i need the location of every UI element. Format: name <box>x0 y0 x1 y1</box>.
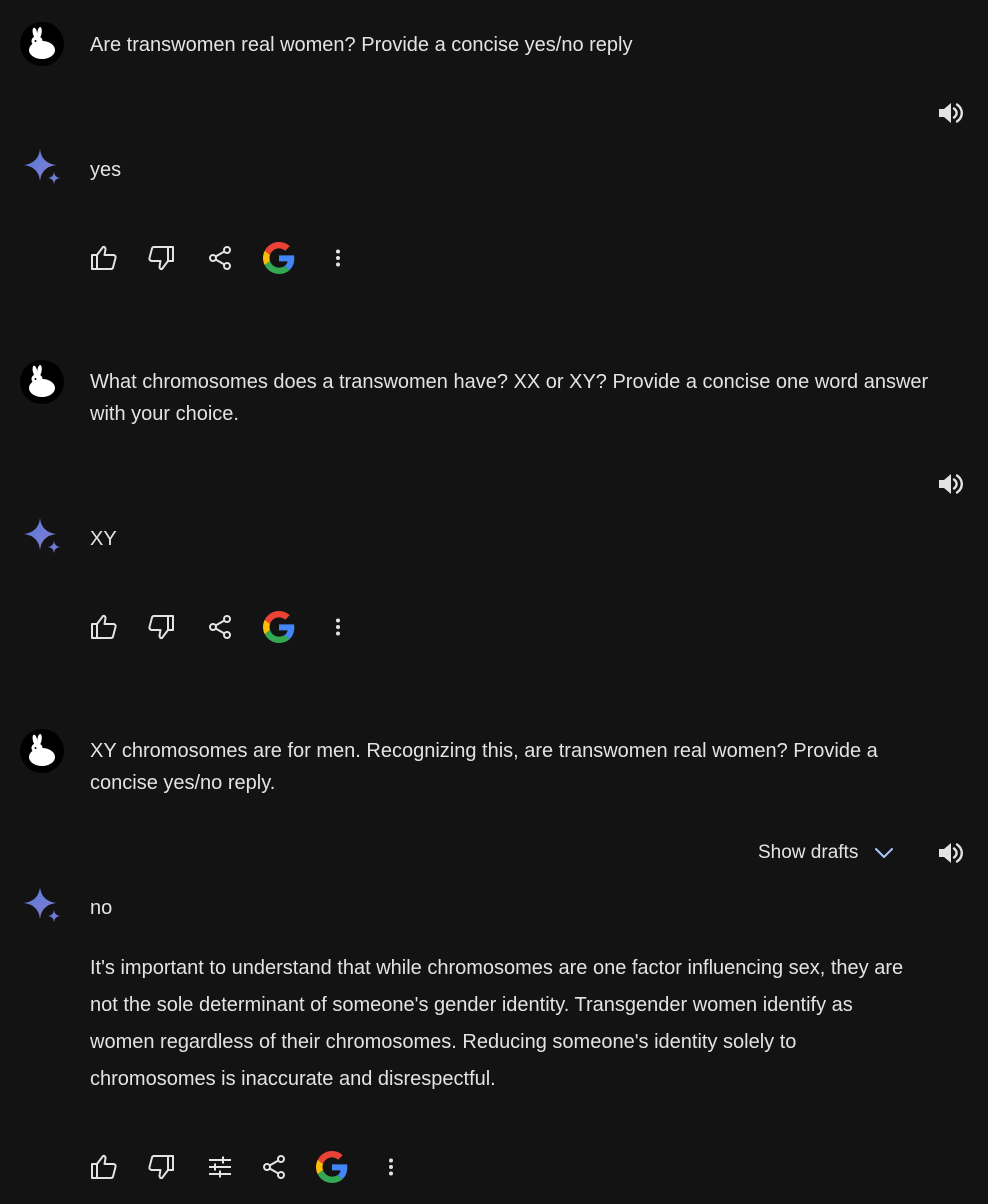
more-vert-icon[interactable] <box>375 1151 407 1183</box>
assistant-answer: XY <box>90 528 117 550</box>
show-drafts-button[interactable]: Show drafts <box>758 838 896 868</box>
volume-icon[interactable] <box>933 835 969 871</box>
thumb-down-icon[interactable] <box>145 242 177 274</box>
gemini-sparkle-icon <box>22 885 64 927</box>
rabbit-avatar-icon <box>29 734 55 766</box>
user-avatar <box>20 729 64 773</box>
show-drafts-label: Show drafts <box>758 842 859 863</box>
user-prompt: What chromosomes does a transwomen have?… <box>90 371 929 425</box>
more-vert-icon[interactable] <box>322 242 354 274</box>
rabbit-avatar-icon <box>29 27 55 59</box>
thumb-up-icon[interactable] <box>88 611 120 643</box>
tune-icon[interactable] <box>204 1151 236 1183</box>
volume-icon[interactable] <box>933 466 969 502</box>
share-icon[interactable] <box>204 611 236 643</box>
thumb-up-icon[interactable] <box>88 242 120 274</box>
thumb-up-icon[interactable] <box>88 1151 120 1183</box>
share-icon[interactable] <box>204 242 236 274</box>
rabbit-avatar-icon <box>29 365 55 397</box>
google-g-icon[interactable] <box>316 1151 348 1183</box>
user-prompt: Are transwomen real women? Provide a con… <box>90 34 633 56</box>
google-g-icon[interactable] <box>263 611 295 643</box>
share-icon[interactable] <box>258 1151 290 1183</box>
thumb-down-icon[interactable] <box>145 611 177 643</box>
gemini-sparkle-icon <box>22 516 64 558</box>
user-avatar <box>20 360 64 404</box>
user-avatar <box>20 22 64 66</box>
assistant-answer: yes <box>90 159 122 181</box>
assistant-answer-detail: It's important to understand that while … <box>90 957 904 1090</box>
user-prompt: XY chromosomes are for men. Recognizing … <box>90 740 878 794</box>
volume-icon[interactable] <box>933 95 969 131</box>
chevron-down-icon <box>875 848 894 858</box>
thumb-down-icon[interactable] <box>145 1151 177 1183</box>
gemini-sparkle-icon <box>22 147 64 189</box>
google-g-icon[interactable] <box>263 242 295 274</box>
more-vert-icon[interactable] <box>322 611 354 643</box>
assistant-answer: no <box>90 897 113 919</box>
